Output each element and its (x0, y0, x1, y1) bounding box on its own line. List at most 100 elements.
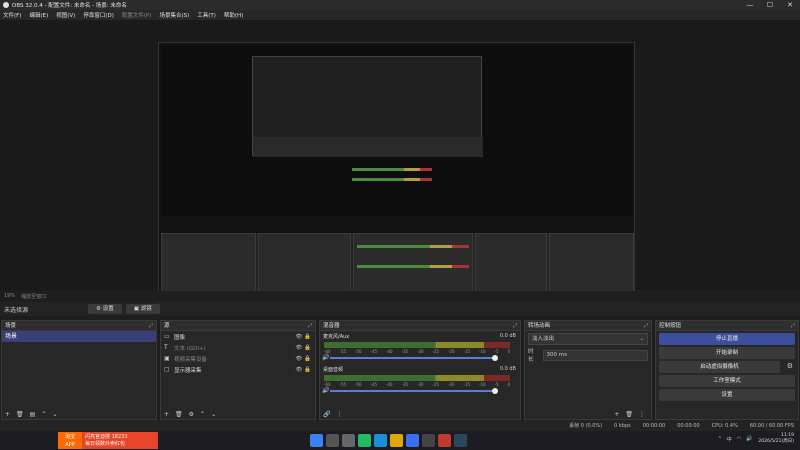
move-down-icon[interactable]: ⌄ (52, 411, 57, 418)
volume-slider-handle[interactable] (492, 388, 498, 394)
zoom-scale[interactable]: 19% (4, 293, 15, 299)
menu-docks[interactable]: 停靠窗口(D) (83, 11, 114, 19)
source-item[interactable]: ▣ 视频采集设备 👁 🔒 (161, 353, 315, 364)
duration-input[interactable]: 300 ms (542, 349, 648, 361)
nested-preview (252, 56, 483, 157)
menu-view[interactable]: 视图(V) (56, 11, 75, 19)
virtual-camera-settings-icon[interactable]: ⚙ (787, 362, 793, 370)
channel-name: 麦克风/Aux (323, 334, 350, 340)
scenes-dock-header: 场景 ⤢ (2, 321, 156, 331)
undock-icon[interactable]: ⤢ (308, 321, 312, 331)
dropped-frames: 丢帧 0 (0.0%) (569, 423, 603, 429)
source-label: 图像 (174, 334, 186, 341)
menu-scene-collection[interactable]: 场景集合(S) (159, 11, 189, 19)
source-item[interactable]: T 文本 (GDI+) 👁 🔒 (161, 342, 315, 353)
tray-overflow-icon[interactable]: ⌃ (718, 436, 722, 442)
obs-taskbar-icon[interactable] (422, 434, 435, 447)
cpu-usage: CPU: 0.4% (711, 422, 738, 429)
visibility-lock-icon[interactable]: 👁 🔒 (295, 367, 311, 373)
wechat-icon[interactable] (358, 434, 371, 447)
add-transition-icon[interactable]: + (614, 411, 619, 418)
duration-label: 时长 (528, 349, 534, 363)
windows-start-icon[interactable] (310, 434, 323, 447)
source-label: 文本 (GDI+) (174, 345, 206, 352)
menu-edit[interactable]: 编辑(E) (29, 11, 48, 19)
undock-icon[interactable]: ⤢ (791, 321, 795, 331)
undock-icon[interactable]: ⤢ (644, 321, 648, 331)
mixer-settings-icon[interactable]: 🔗 (323, 411, 330, 418)
window-controls: — ☐ ✕ (740, 0, 800, 10)
zoom-mode[interactable]: 缩放至窗口 (21, 293, 46, 300)
remove-transition-icon[interactable]: 🗑 (625, 411, 633, 418)
taskbar-apps (310, 434, 470, 447)
preview-area[interactable] (0, 20, 800, 311)
undock-icon[interactable]: ⤢ (513, 321, 517, 331)
transitions-dock-toolbar: + 🗑 ⋮ (525, 409, 651, 419)
visibility-lock-icon[interactable]: 👁 🔒 (295, 345, 311, 351)
start-recording-button[interactable]: 开始录制 (659, 347, 795, 359)
stop-streaming-button[interactable]: 停止直播 (659, 333, 795, 345)
move-up-icon[interactable]: ⌃ (41, 411, 46, 418)
studio-mode-button[interactable]: 工作室模式 (659, 375, 795, 387)
scene-item[interactable]: 场景 (2, 331, 156, 342)
edge-icon[interactable] (374, 434, 387, 447)
transition-select[interactable]: 淡入淡出 ⌄ (528, 333, 648, 345)
visibility-lock-icon[interactable]: 👁 🔒 (295, 334, 311, 340)
volume-slider[interactable] (330, 357, 495, 359)
vscode-icon[interactable] (406, 434, 419, 447)
volume-icon[interactable]: 🔊 (746, 436, 752, 442)
scale-tick: -30 (417, 382, 424, 387)
speaker-icon[interactable]: 🔊 (322, 387, 329, 394)
wifi-icon[interactable]: ◠ (737, 436, 741, 442)
image-icon: ▭ (164, 333, 170, 340)
ad-text: 闪亮官迪搜 18233 每日领数外卖红包 (82, 434, 128, 448)
remove-source-icon[interactable]: 🗑 (175, 411, 183, 418)
channel-db: 0.0 dB (499, 333, 516, 339)
move-down-icon[interactable]: ⌄ (211, 411, 216, 418)
search-icon[interactable] (326, 434, 339, 447)
volume-slider-handle[interactable] (492, 355, 498, 361)
undock-icon[interactable]: ⤢ (149, 321, 153, 331)
transitions-dock: 转场动画 ⤢ 淡入淡出 ⌄ 时长 300 ms + 🗑 ⋮ (524, 320, 652, 420)
file-explorer-icon[interactable] (390, 434, 403, 447)
volume-slider[interactable] (330, 390, 495, 392)
ime-indicator[interactable]: 中 (727, 436, 732, 443)
visibility-lock-icon[interactable]: 👁 🔒 (295, 356, 311, 362)
remove-scene-icon[interactable]: 🗑 (16, 411, 24, 418)
taobao-ad-widget[interactable]: 淘宝 APP 闪亮官迪搜 18233 每日领数外卖红包 (58, 432, 158, 449)
source-item[interactable]: ▭ 图像 👁 🔒 (161, 331, 315, 342)
app-icon[interactable] (438, 434, 451, 447)
mixer-channel: 麦克风/Aux 0.0 dB -60 -55 -50 -45 -40 -35 -… (320, 331, 520, 364)
scale-tick: -35 (401, 382, 409, 387)
meter-scale: -60 -55 -50 -45 -40 -35 -30 -25 -20 -15 … (324, 382, 510, 387)
minimize-button[interactable]: — (740, 0, 760, 10)
gear-icon: ⚙ (96, 306, 103, 312)
menu-profile[interactable]: 配置文件(P) (122, 11, 152, 19)
add-source-icon[interactable]: + (164, 411, 169, 418)
volume-meter (324, 375, 510, 381)
transition-menu-icon[interactable]: ⋮ (639, 411, 645, 418)
steam-icon[interactable] (454, 434, 467, 447)
speaker-icon[interactable]: 🔊 (322, 354, 329, 361)
system-tray: ⌃ 中 ◠ 🔊 11:19 2026/5/21(周日) (713, 433, 794, 445)
source-label: 显示器采集 (174, 367, 202, 374)
menu-tools[interactable]: 工具(T) (197, 11, 216, 19)
title-bar: OBS 32.0.4 - 配置文件: 未命名 - 场景: 未命名 — ☐ ✕ (0, 0, 800, 10)
source-item[interactable]: ▢ 显示器采集 👁 🔒 (161, 364, 315, 375)
clock[interactable]: 11:19 2026/5/21(周日) (758, 433, 794, 445)
add-scene-icon[interactable]: + (5, 411, 10, 418)
task-view-icon[interactable] (342, 434, 355, 447)
menu-file[interactable]: 文件(F) (3, 11, 21, 19)
source-settings-button[interactable]: ⚙ 设置 (88, 304, 122, 314)
move-up-icon[interactable]: ⌃ (200, 411, 205, 418)
source-filters-button[interactable]: ▣ 滤镜 (125, 304, 160, 314)
mixer-menu-icon[interactable]: ⋮ (336, 411, 342, 418)
source-properties-icon[interactable]: ⚙ (189, 411, 194, 418)
close-button[interactable]: ✕ (780, 0, 800, 10)
scene-filters-icon[interactable]: ▤ (30, 411, 36, 418)
virtual-camera-button[interactable]: 启动虚拟摄像机 (659, 361, 780, 373)
menu-help[interactable]: 帮助(H) (224, 11, 243, 19)
maximize-button[interactable]: ☐ (760, 0, 780, 10)
settings-button[interactable]: 设置 (659, 389, 795, 401)
preview-canvas[interactable] (158, 42, 635, 311)
